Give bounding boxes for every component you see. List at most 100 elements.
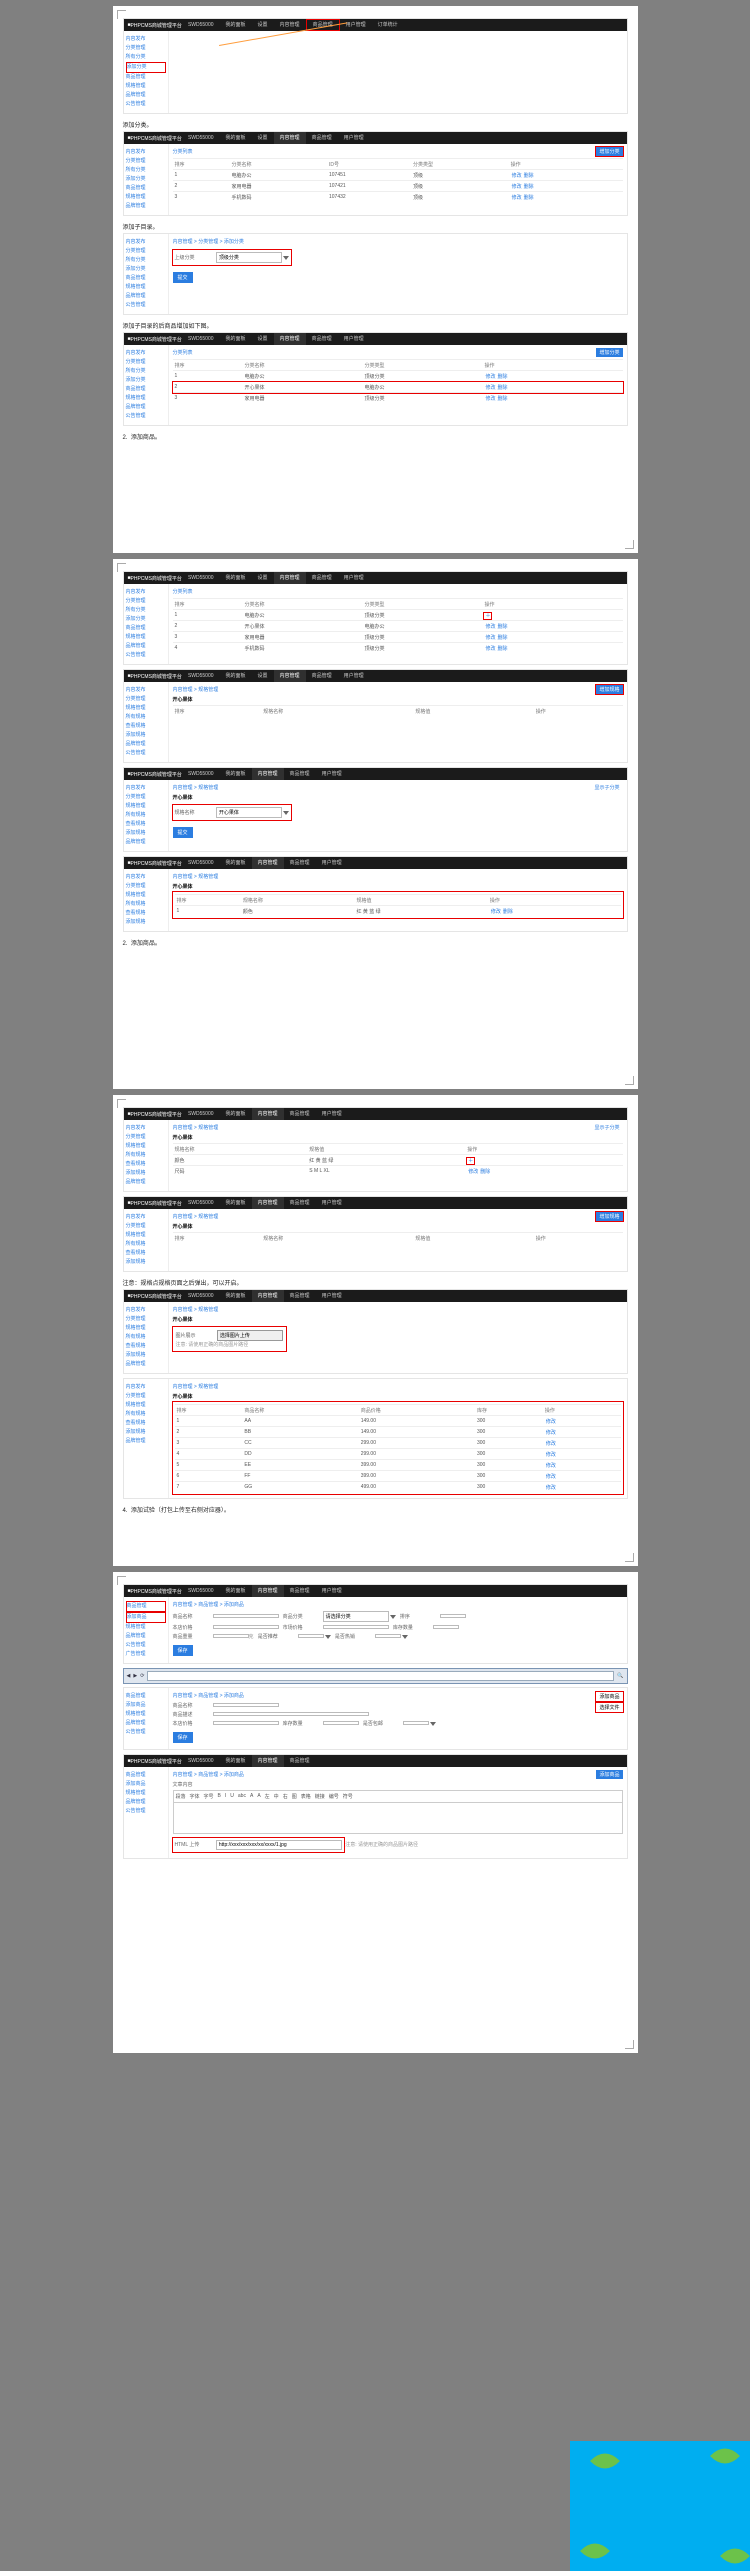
tb-btn-bold[interactable]: B bbox=[218, 1793, 221, 1800]
nav-tab[interactable]: 我的面板 bbox=[220, 132, 252, 144]
sidebar-item[interactable]: 公告管理 bbox=[126, 412, 166, 421]
forward-icon[interactable]: ▶ bbox=[133, 1673, 137, 1679]
tb-btn-italic[interactable]: I bbox=[225, 1793, 226, 1800]
sidebar-item[interactable]: 商品管理 bbox=[126, 73, 166, 82]
submit-button[interactable]: 提交 bbox=[173, 827, 193, 838]
goods-rec-select[interactable] bbox=[298, 1634, 324, 1638]
tb-btn[interactable]: 编号 bbox=[329, 1793, 339, 1800]
sidebar-item[interactable]: 分类管理 bbox=[126, 44, 166, 53]
save-button[interactable]: 保存 bbox=[173, 1732, 193, 1743]
add-goods-button[interactable]: 添加商品 bbox=[596, 1692, 622, 1701]
sidebar-item[interactable]: 品牌管理 bbox=[126, 91, 166, 100]
select-file-button[interactable]: 选择文件 bbox=[596, 1703, 622, 1712]
goods-sort-input[interactable] bbox=[440, 1614, 466, 1618]
sidebar-item[interactable]: 添加分类 bbox=[126, 175, 166, 184]
sidebar-item[interactable]: 公告管理 bbox=[126, 301, 166, 310]
tb-btn-link[interactable]: 链接 bbox=[315, 1793, 325, 1800]
sidebar-item[interactable]: 分类管理 bbox=[126, 247, 166, 256]
tb-btn[interactable]: 段落 bbox=[176, 1793, 186, 1800]
select-file-button[interactable]: 选择图片上传 bbox=[217, 1330, 283, 1341]
goods-name-input[interactable] bbox=[213, 1614, 279, 1618]
goods-weight-input[interactable] bbox=[213, 1634, 249, 1638]
row-ops-addchild[interactable]: ＋ bbox=[484, 613, 491, 619]
submit-button[interactable]: 提交 bbox=[173, 272, 193, 283]
nav-tab[interactable]: 商品管理 bbox=[306, 333, 338, 345]
tb-btn-image[interactable]: 图 bbox=[292, 1793, 297, 1800]
sidebar-item[interactable]: 所有分类 bbox=[126, 367, 166, 376]
sidebar-add-goods[interactable]: 添加商品 bbox=[126, 1612, 166, 1623]
sidebar-item[interactable]: 规格管理 bbox=[126, 283, 166, 292]
sidebar-item[interactable]: 商品管理 bbox=[126, 385, 166, 394]
tb-btn[interactable]: 字体 bbox=[190, 1793, 200, 1800]
nav-tab[interactable]: 设置 bbox=[252, 132, 274, 144]
sidebar-item[interactable]: 品牌管理 bbox=[126, 403, 166, 412]
sidebar-item[interactable]: 所有分类 bbox=[126, 256, 166, 265]
sidebar-item[interactable]: 所有分类 bbox=[126, 53, 166, 62]
sidebar-item[interactable]: 内容发布 bbox=[126, 349, 166, 358]
display-all-link[interactable]: 显示子分类 bbox=[591, 1123, 622, 1132]
sidebar-item[interactable]: 添加分类 bbox=[126, 376, 166, 385]
spec-name-input[interactable]: 开心果体 bbox=[216, 807, 282, 818]
tb-btn[interactable]: 右 bbox=[283, 1793, 288, 1800]
tb-btn[interactable]: 字号 bbox=[204, 1793, 214, 1800]
goods-cat-select[interactable]: 请选择分类 bbox=[323, 1611, 389, 1622]
goods-market-input[interactable] bbox=[323, 1625, 389, 1629]
add-spec-button[interactable]: 增加规格 bbox=[596, 1212, 622, 1221]
add-goods-button[interactable]: 添加商品 bbox=[596, 1770, 622, 1779]
nav-tab[interactable]: 订单统计 bbox=[372, 19, 404, 31]
sidebar-item[interactable]: 规格管理 bbox=[126, 193, 166, 202]
row-ops[interactable]: 修改删除 bbox=[484, 374, 508, 380]
tb-btn[interactable]: A bbox=[250, 1793, 253, 1800]
tb-btn[interactable]: 左 bbox=[265, 1793, 270, 1800]
sidebar-goods-mgmt[interactable]: 商品管理 bbox=[126, 1601, 166, 1612]
nav-tab[interactable]: 内容管理 bbox=[274, 132, 306, 144]
row-ops[interactable]: 修改删除 bbox=[511, 195, 535, 201]
reload-icon[interactable]: ⟳ bbox=[140, 1673, 144, 1679]
nav-tab[interactable]: 商品管理 bbox=[306, 132, 338, 144]
html-upload-input[interactable]: http://xxx/xxx/xxx/xx/xxxx/1.jpg bbox=[216, 1840, 342, 1850]
row-ops[interactable]: 修改删除 bbox=[511, 184, 535, 190]
sidebar-item-add-cat[interactable]: 添加分类 bbox=[126, 62, 166, 73]
parent-cat-select[interactable]: 顶级分类 bbox=[216, 252, 282, 263]
nav-tab[interactable]: 用户管理 bbox=[338, 132, 370, 144]
nav-tab[interactable]: 内容管理 bbox=[274, 333, 306, 345]
tb-btn[interactable]: 符号 bbox=[343, 1793, 353, 1800]
add-cat-button[interactable]: 增加分类 bbox=[596, 348, 622, 357]
tb-btn-table[interactable]: 表格 bbox=[301, 1793, 311, 1800]
nav-tab[interactable]: 我的面板 bbox=[220, 19, 252, 31]
sidebar-item[interactable]: 分类管理 bbox=[126, 358, 166, 367]
display-all-link[interactable]: 显示子分类 bbox=[591, 783, 622, 792]
sidebar-item[interactable]: 品牌管理 bbox=[126, 292, 166, 301]
nav-tab[interactable]: 设置 bbox=[252, 19, 274, 31]
sidebar-item[interactable]: 规格管理 bbox=[126, 394, 166, 403]
tb-btn[interactable]: abc bbox=[238, 1793, 246, 1800]
sidebar-item[interactable]: 分类管理 bbox=[126, 157, 166, 166]
tb-btn-underline[interactable]: U bbox=[230, 1793, 234, 1800]
add-cat-button[interactable]: 增加分类 bbox=[596, 147, 622, 156]
sidebar-item[interactable]: 内容发布 bbox=[126, 35, 166, 44]
nav-tab[interactable]: 设置 bbox=[252, 333, 274, 345]
sidebar-item[interactable]: 商品管理 bbox=[126, 274, 166, 283]
row-ops[interactable]: 修改删除 bbox=[511, 173, 535, 179]
sidebar-item[interactable]: 添加分类 bbox=[126, 265, 166, 274]
goods-stock-input[interactable] bbox=[433, 1625, 459, 1629]
back-icon[interactable]: ◀ bbox=[127, 1673, 131, 1679]
save-button[interactable]: 保存 bbox=[173, 1645, 193, 1656]
tb-btn[interactable]: 中 bbox=[274, 1793, 279, 1800]
nav-tab[interactable]: 内容管理 bbox=[274, 19, 306, 31]
sidebar-item[interactable]: 所有分类 bbox=[126, 166, 166, 175]
goods-hot-select[interactable] bbox=[375, 1634, 401, 1638]
add-spec-button[interactable]: 增加规格 bbox=[596, 685, 622, 694]
sidebar-item[interactable]: 内容发布 bbox=[126, 148, 166, 157]
nav-tab[interactable]: 用户管理 bbox=[340, 19, 372, 31]
sidebar-item[interactable]: 内容发布 bbox=[126, 238, 166, 247]
sidebar-item[interactable]: 商品管理 bbox=[126, 184, 166, 193]
sidebar-item[interactable]: 规格管理 bbox=[126, 82, 166, 91]
search-icon[interactable]: 🔍 bbox=[617, 1673, 623, 1679]
tb-btn[interactable]: A bbox=[257, 1793, 260, 1800]
row-ops[interactable]: 修改删除 bbox=[484, 385, 508, 391]
goods-price-input[interactable] bbox=[213, 1625, 279, 1629]
row-ops-add[interactable]: ＋ bbox=[467, 1158, 474, 1164]
row-ops[interactable]: 修改删除 bbox=[484, 396, 508, 402]
sidebar-item[interactable]: 公告管理 bbox=[126, 100, 166, 109]
